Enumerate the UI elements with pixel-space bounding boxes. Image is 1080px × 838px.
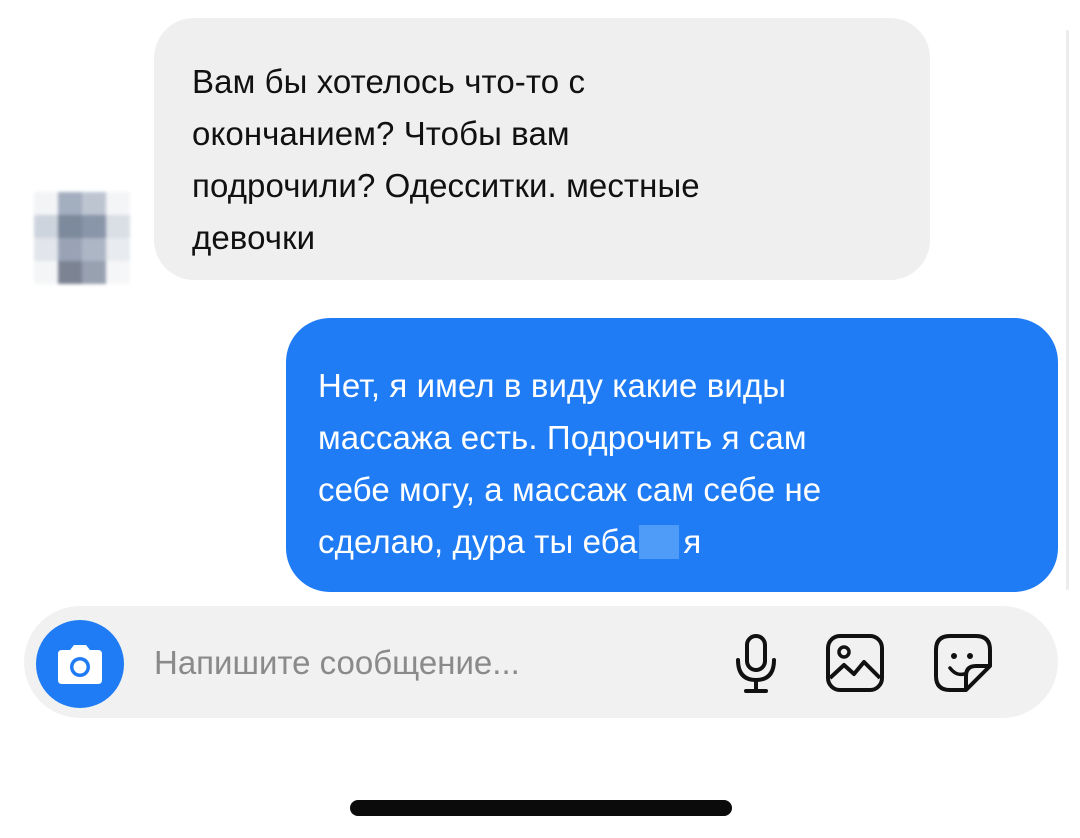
message-line: массажа есть. Подрочить я сам bbox=[318, 419, 807, 456]
censor-block bbox=[639, 525, 680, 559]
message-fragment: сделаю, дура ты еба bbox=[318, 523, 638, 560]
camera-icon bbox=[58, 645, 102, 684]
microphone-icon[interactable] bbox=[728, 632, 784, 696]
message-line-censored: сделаю, дура ты еба я bbox=[318, 516, 1038, 568]
sticker-icon[interactable] bbox=[932, 632, 994, 694]
home-indicator bbox=[350, 800, 732, 816]
incoming-message-text: Вам бы хотелось что-то с окончанием? Что… bbox=[192, 56, 892, 264]
message-line: себе могу, а массаж сам себе не bbox=[318, 471, 822, 508]
outgoing-message-bubble[interactable]: Нет, я имел в виду какие виды массажа ес… bbox=[286, 318, 1058, 592]
message-input[interactable]: Напишите сообщение... bbox=[154, 644, 520, 682]
scroll-indicator bbox=[1066, 30, 1069, 590]
outgoing-message-text: Нет, я имел в виду какие виды массажа ес… bbox=[318, 360, 1038, 568]
message-line: Вам бы хотелось что-то с bbox=[192, 63, 586, 100]
message-composer: Напишите сообщение... bbox=[24, 606, 1058, 718]
gallery-icon[interactable] bbox=[824, 632, 886, 694]
message-line: подрочили? Одесситки. местные bbox=[192, 167, 700, 204]
sender-avatar[interactable] bbox=[34, 192, 130, 284]
message-line: девочки bbox=[192, 219, 316, 256]
message-line: Нет, я имел в виду какие виды bbox=[318, 367, 787, 404]
camera-button[interactable] bbox=[36, 620, 124, 708]
message-fragment: я bbox=[683, 523, 702, 560]
incoming-message-bubble[interactable]: Вам бы хотелось что-то с окончанием? Что… bbox=[154, 18, 930, 280]
message-line: окончанием? Чтобы вам bbox=[192, 115, 570, 152]
